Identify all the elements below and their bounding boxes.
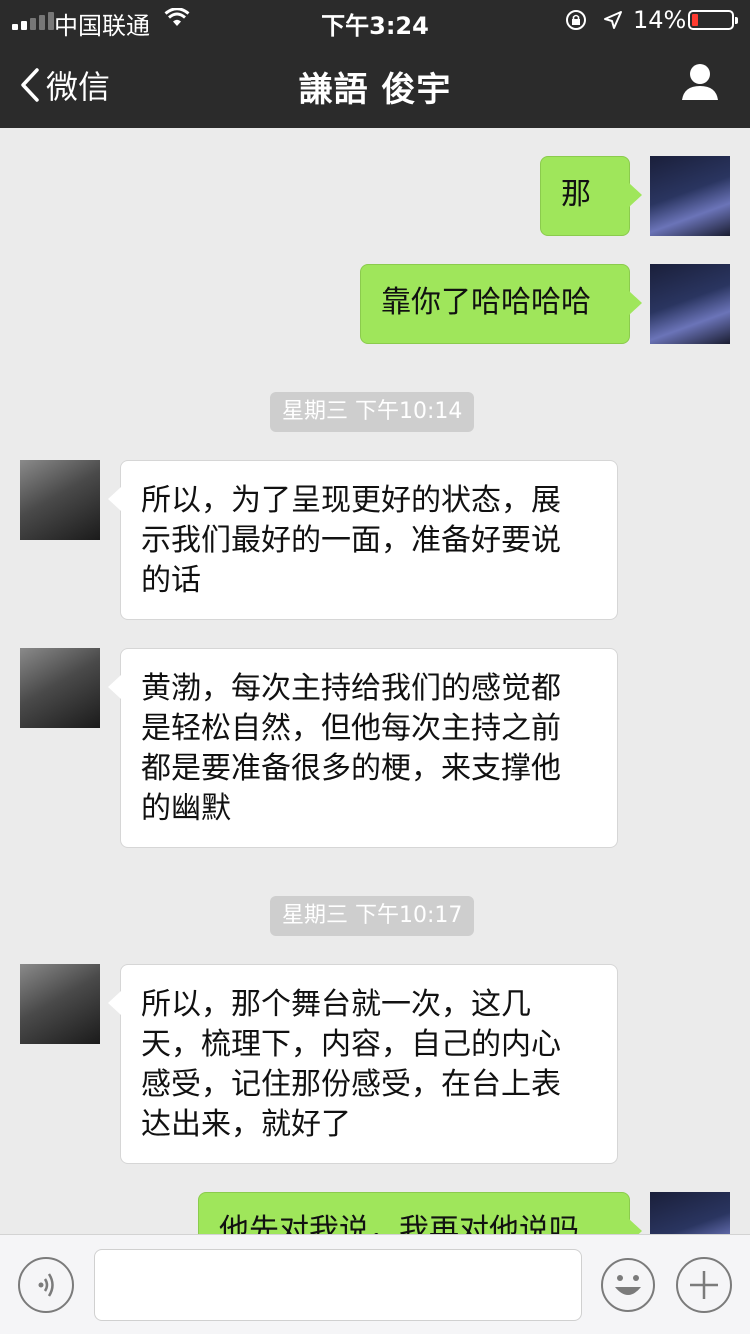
message-line: 天，梳理下，内容，自己的内心 — [141, 1027, 561, 1062]
profile-button[interactable] — [680, 62, 720, 102]
chat-area[interactable]: 那 靠你了哈哈哈哈 星期三 下午10:14 所以，为了呈现更好的状态，展 示我们… — [0, 128, 750, 1234]
message-line: 示我们最好的一面，准备好要说 — [141, 523, 561, 558]
plus-icon — [678, 1259, 730, 1311]
message-bubble-outgoing[interactable]: 他先对我说，我再对他说吗 — [198, 1192, 642, 1234]
message-line: 都是要准备很多的梗，来支撑他 — [141, 751, 561, 786]
message-line: 的幽默 — [141, 791, 231, 826]
timestamp: 星期三 下午10:17 — [270, 896, 475, 936]
emoji-button[interactable] — [600, 1257, 656, 1313]
status-bar: 中国联通 下午3:24 14% — [0, 0, 750, 40]
chat-title: 謙語 俊宇 — [298, 70, 452, 110]
self-avatar[interactable] — [650, 156, 730, 236]
message-bubble-incoming[interactable]: 所以，那个舞台就一次，这几 天，梳理下，内容，自己的内心 感受，记住那份感受，在… — [108, 964, 618, 1164]
voice-button[interactable] — [18, 1257, 74, 1313]
message-line: 所以，为了呈现更好的状态，展 — [141, 483, 561, 518]
message-bubble-outgoing[interactable]: 靠你了哈哈哈哈 — [360, 264, 642, 344]
message-bubble-incoming[interactable]: 所以，为了呈现更好的状态，展 示我们最好的一面，准备好要说 的话 — [108, 460, 618, 620]
message-text: 他先对我说，我再对他说吗 — [219, 1213, 579, 1234]
timestamp: 星期三 下午10:14 — [270, 392, 475, 432]
contact-avatar[interactable] — [20, 964, 100, 1044]
message-line: 所以，那个舞台就一次，这几 — [141, 987, 531, 1022]
message-bubble-outgoing[interactable]: 那 — [540, 156, 642, 236]
message-line: 是轻松自然，但他每次主持之前 — [141, 711, 561, 746]
message-text: 靠你了哈哈哈哈 — [381, 285, 591, 320]
contact-avatar[interactable] — [20, 648, 100, 728]
message-line: 黄渤，每次主持给我们的感觉都 — [141, 671, 561, 706]
location-arrow-icon — [603, 10, 623, 30]
self-avatar[interactable] — [650, 1192, 730, 1234]
more-button[interactable] — [676, 1257, 732, 1313]
message-bubble-incoming[interactable]: 黄渤，每次主持给我们的感觉都 是轻松自然，但他每次主持之前 都是要准备很多的梗，… — [108, 648, 618, 848]
message-input[interactable] — [94, 1249, 582, 1321]
voice-icon — [20, 1259, 72, 1311]
message-line: 感受，记住那份感受，在台上表 — [141, 1067, 561, 1102]
nav-bar: 微信 謙語 俊宇 — [0, 40, 750, 128]
top-bar: 中国联通 下午3:24 14% 微信 謙語 俊宇 — [0, 0, 750, 128]
message-line: 的话 — [141, 563, 201, 598]
message-line: 达出来，就好了 — [141, 1107, 351, 1142]
profile-icon — [680, 62, 720, 102]
battery-percent: 14% — [633, 6, 687, 34]
orientation-lock-icon — [565, 9, 587, 31]
battery-icon — [688, 10, 738, 30]
emoji-icon — [600, 1257, 656, 1313]
self-avatar[interactable] — [650, 264, 730, 344]
message-text: 那 — [561, 177, 591, 212]
input-bar — [0, 1234, 750, 1334]
contact-avatar[interactable] — [20, 460, 100, 540]
